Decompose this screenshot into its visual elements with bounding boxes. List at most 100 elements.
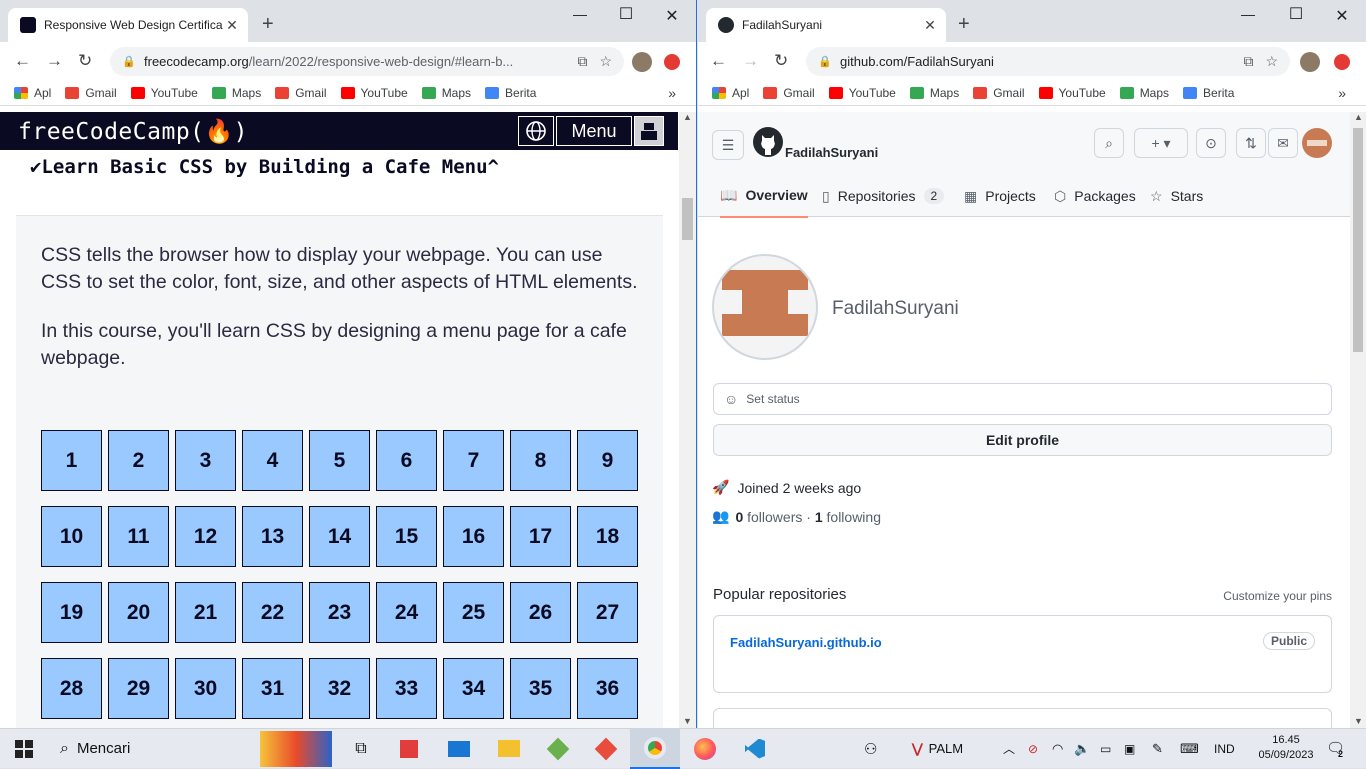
- bookmark-maps[interactable]: Maps: [1119, 86, 1169, 100]
- step-button[interactable]: 1: [41, 430, 102, 491]
- issues-icon[interactable]: ⊙: [1196, 128, 1226, 158]
- bookmark-berita[interactable]: Berita: [485, 86, 536, 100]
- search-icon[interactable]: ⌕: [1094, 128, 1124, 158]
- step-button[interactable]: 20: [108, 582, 169, 643]
- translate-icon[interactable]: ⧉: [577, 53, 587, 70]
- bookmark-youtube[interactable]: YouTube: [340, 86, 408, 100]
- step-button[interactable]: 10: [41, 506, 102, 567]
- wifi-icon[interactable]: ◠: [1052, 741, 1063, 757]
- app-diamond-icon[interactable]: [582, 737, 630, 760]
- step-button[interactable]: 25: [443, 582, 504, 643]
- tab-fcc[interactable]: Responsive Web Design Certifica ✕: [8, 8, 248, 42]
- profile-avatar[interactable]: [712, 254, 818, 360]
- bookmark-apps[interactable]: Apl: [712, 86, 749, 100]
- start-button[interactable]: [0, 729, 48, 769]
- step-button[interactable]: 5: [309, 430, 370, 491]
- step-button[interactable]: 18: [577, 506, 638, 567]
- repo-link[interactable]: FadilahSuryani.github.io: [730, 635, 882, 650]
- step-button[interactable]: 23: [309, 582, 370, 643]
- step-button[interactable]: 32: [309, 658, 370, 719]
- tab-github[interactable]: FadilahSuryani ✕: [706, 8, 946, 42]
- bookmark-berita[interactable]: Berita: [1183, 86, 1234, 100]
- address-bar[interactable]: 🔒 github.com/FadilahSuryani ⧉ ☆: [806, 47, 1290, 76]
- step-button[interactable]: 26: [510, 582, 571, 643]
- clock[interactable]: 16.45 05/09/2023: [1258, 733, 1314, 763]
- step-button[interactable]: 15: [376, 506, 437, 567]
- step-button[interactable]: 27: [577, 582, 638, 643]
- step-button[interactable]: 28: [41, 658, 102, 719]
- task-view-icon[interactable]: ⧉: [338, 740, 384, 758]
- scroll-down-icon[interactable]: ▼: [683, 716, 692, 726]
- scroll-up-icon[interactable]: ▲: [1354, 112, 1363, 122]
- device-icon[interactable]: ▣: [1124, 742, 1135, 756]
- extension-icon[interactable]: [664, 54, 680, 70]
- translate-icon[interactable]: ⧉: [1243, 53, 1253, 70]
- bookmark-gmail[interactable]: Gmail: [763, 86, 815, 100]
- tab-repositories[interactable]: ▯ Repositories 2: [822, 174, 945, 218]
- bookmark-maps[interactable]: Maps: [909, 86, 959, 100]
- tab-packages[interactable]: ⬡ Packages: [1054, 174, 1136, 218]
- bookmark-gmail[interactable]: Gmail: [275, 86, 327, 100]
- minimize-icon[interactable]: —: [1238, 6, 1258, 22]
- step-button[interactable]: 7: [443, 430, 504, 491]
- step-button[interactable]: 33: [376, 658, 437, 719]
- back-icon[interactable]: ←: [710, 52, 727, 70]
- more-bookmarks-icon[interactable]: »: [668, 85, 676, 101]
- reload-icon[interactable]: ↻: [774, 52, 788, 70]
- course-title[interactable]: ✔Learn Basic CSS by Building a Cafe Menu…: [16, 150, 663, 216]
- step-button[interactable]: 8: [510, 430, 571, 491]
- header-username[interactable]: FadilahSuryani: [785, 145, 878, 160]
- step-button[interactable]: 35: [510, 658, 571, 719]
- step-button[interactable]: 21: [175, 582, 236, 643]
- pen-icon[interactable]: ✎: [1152, 741, 1163, 757]
- battery-icon[interactable]: ▭: [1100, 742, 1111, 756]
- step-button[interactable]: 2: [108, 430, 169, 491]
- step-button[interactable]: 19: [41, 582, 102, 643]
- profile-avatar-icon[interactable]: [1300, 52, 1320, 72]
- chrome-taskbar-icon[interactable]: [630, 728, 680, 769]
- followers-count[interactable]: 0: [735, 509, 743, 525]
- close-tab-icon[interactable]: ✕: [224, 17, 240, 34]
- pull-requests-icon[interactable]: ⇅: [1236, 128, 1266, 158]
- bookmark-youtube[interactable]: YouTube: [828, 86, 896, 100]
- tab-stars[interactable]: ☆ Stars: [1150, 174, 1203, 218]
- create-new-icon[interactable]: + ▾: [1134, 128, 1188, 158]
- bookmark-star-icon[interactable]: ☆: [599, 53, 612, 70]
- scroll-down-icon[interactable]: ▼: [1354, 716, 1363, 726]
- left-scrollbar[interactable]: ▲ ▼: [679, 112, 696, 728]
- language-globe-icon[interactable]: [518, 116, 554, 146]
- tab-overview[interactable]: 📖 Overview: [720, 174, 808, 218]
- tray-chevron-icon[interactable]: ︿: [1003, 740, 1015, 757]
- followers-link[interactable]: followers: [747, 509, 802, 525]
- hamburger-menu-icon[interactable]: ☰: [712, 130, 744, 160]
- step-button[interactable]: 17: [510, 506, 571, 567]
- palm-tray-item[interactable]: ⋁ PALM: [912, 741, 963, 757]
- keyboard-icon[interactable]: ⌨: [1180, 741, 1199, 757]
- step-button[interactable]: 6: [376, 430, 437, 491]
- address-bar[interactable]: 🔒 freecodecamp.org/learn/2022/responsive…: [110, 47, 624, 76]
- menu-button[interactable]: Menu: [556, 116, 632, 146]
- bookmark-youtube[interactable]: YouTube: [1038, 86, 1106, 100]
- step-button[interactable]: 3: [175, 430, 236, 491]
- step-button[interactable]: 4: [242, 430, 303, 491]
- mail-app-icon[interactable]: [434, 740, 484, 757]
- bookmark-youtube[interactable]: YouTube: [130, 86, 198, 100]
- bookmark-maps[interactable]: Maps: [211, 86, 261, 100]
- forward-icon[interactable]: →: [742, 52, 759, 70]
- network-warning-icon[interactable]: ⊘: [1028, 742, 1038, 756]
- bookmark-gmail[interactable]: Gmail: [973, 86, 1025, 100]
- step-button[interactable]: 11: [108, 506, 169, 567]
- step-button[interactable]: 24: [376, 582, 437, 643]
- vscode-icon[interactable]: [730, 738, 780, 759]
- new-tab-icon[interactable]: +: [958, 14, 970, 34]
- bookmark-gmail[interactable]: Gmail: [65, 86, 117, 100]
- step-button[interactable]: 31: [242, 658, 303, 719]
- profile-avatar-icon[interactable]: [632, 52, 652, 72]
- customize-pins-link[interactable]: Customize your pins: [1223, 589, 1332, 603]
- bookmark-apps[interactable]: Apl: [14, 86, 51, 100]
- user-avatar-icon[interactable]: [634, 116, 664, 146]
- back-icon[interactable]: ←: [14, 52, 31, 70]
- extension-icon[interactable]: [1334, 54, 1350, 70]
- github-logo-icon[interactable]: [752, 126, 784, 163]
- tab-projects[interactable]: ▦ Projects: [964, 174, 1036, 218]
